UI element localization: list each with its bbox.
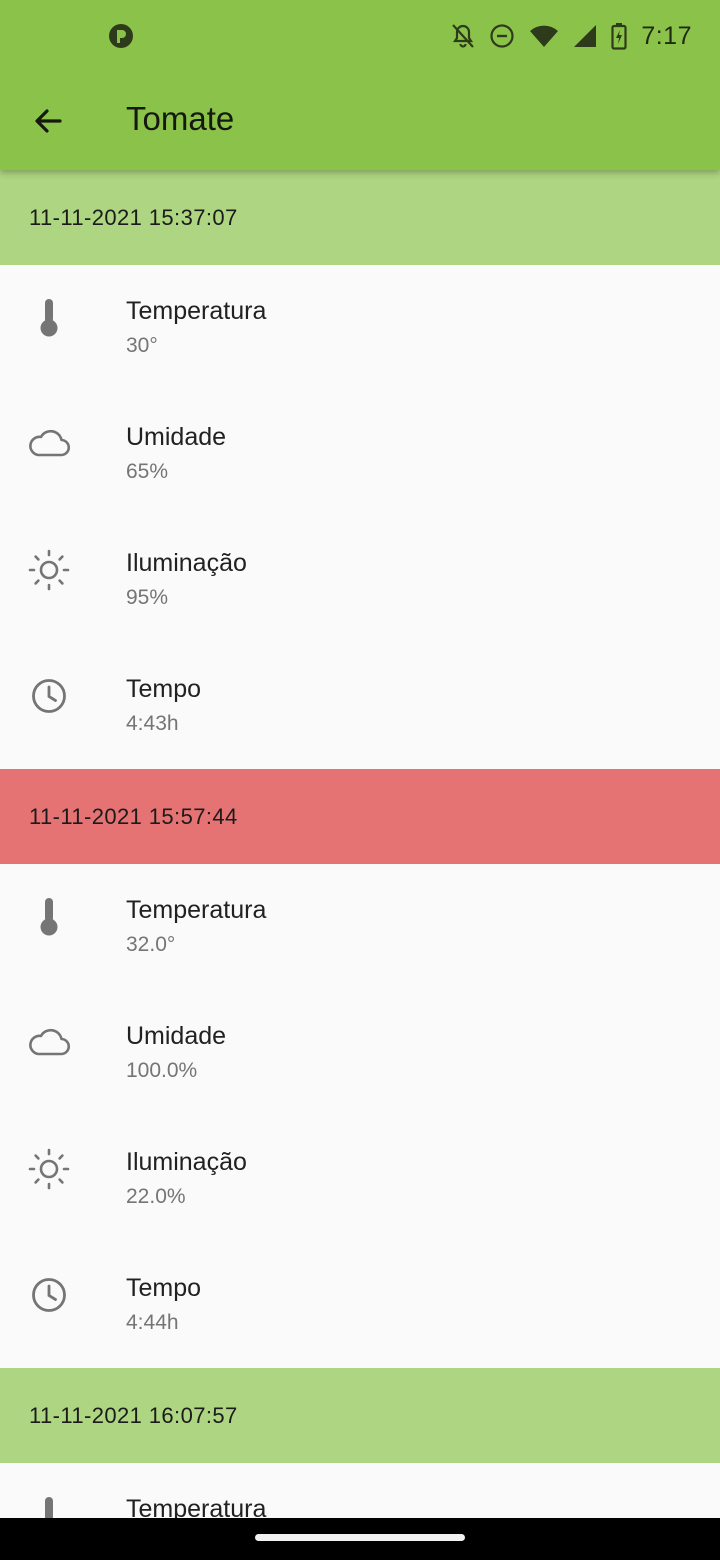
app-notification-icon — [108, 23, 134, 49]
item-label: Umidade — [126, 1022, 227, 1050]
item-value: 4:43h — [126, 712, 179, 735]
reading-timestamp-header: 11-11-2021 15:57:44 — [0, 769, 720, 864]
reading-group: Temperatura 30° Umidade 65% Iluminação 95% Tem… — [0, 265, 720, 769]
reading-timestamp-header: 11-11-2021 16:07:57 — [0, 1368, 720, 1463]
arrow-back-icon — [35, 109, 62, 133]
list-item: Tempo 4:44h — [0, 1242, 720, 1368]
item-value: 22.0% — [126, 1185, 186, 1208]
item-label: Tempo — [126, 1274, 202, 1302]
status-time: 7:17 — [641, 21, 692, 50]
navigation-bar — [0, 1518, 720, 1560]
thermometer-icon — [26, 1493, 72, 1518]
thermometer-icon — [26, 894, 72, 940]
status-bar: 7:17 — [0, 0, 720, 72]
list-item: Iluminação 22.0% — [0, 1116, 720, 1242]
readings-list[interactable]: 11-11-2021 15:37:07 Temperatura 30° Umidade… — [0, 170, 720, 1518]
sun-icon — [26, 547, 72, 593]
wifi-icon — [530, 25, 559, 47]
item-value: 4:44h — [126, 1311, 179, 1334]
item-label: Tempo — [126, 675, 202, 703]
list-item: Tempo 4:43h — [0, 643, 720, 769]
item-value: 30° — [126, 334, 158, 357]
do-not-disturb-icon — [490, 24, 514, 48]
list-item: Temperatura 32.0° — [0, 864, 720, 990]
list-item: Temperatura — [0, 1463, 720, 1518]
clock-icon — [26, 673, 72, 719]
item-label: Temperatura — [126, 297, 267, 325]
reading-group: Temperatura 32.0° Umidade 100.0% Iluminação 2… — [0, 864, 720, 1368]
list-item: Umidade 100.0% — [0, 990, 720, 1116]
item-label: Temperatura — [126, 896, 267, 924]
item-label: Iluminação — [126, 1148, 247, 1176]
back-button[interactable] — [22, 95, 74, 147]
reading-group: Temperatura — [0, 1463, 720, 1518]
page-title: Tomate — [126, 100, 235, 137]
cloud-icon — [26, 421, 72, 467]
battery-charging-icon — [611, 23, 627, 50]
cellular-signal-icon — [574, 25, 597, 47]
notifications-off-icon — [452, 24, 475, 48]
clock-icon — [26, 1272, 72, 1318]
list-item: Temperatura 30° — [0, 265, 720, 391]
item-label: Umidade — [126, 423, 227, 451]
item-value: 95% — [126, 586, 169, 609]
app-bar: 7:17 Tomate — [0, 0, 720, 170]
thermometer-icon — [26, 295, 72, 341]
reading-timestamp-header: 11-11-2021 15:37:07 — [0, 170, 720, 265]
item-label: Iluminação — [126, 549, 247, 577]
item-label: Temperatura — [126, 1495, 267, 1518]
home-gesture-handle[interactable] — [255, 1534, 465, 1541]
toolbar: Tomate — [0, 72, 720, 170]
list-item: Umidade 65% — [0, 391, 720, 517]
status-icons: 7:17 — [451, 20, 692, 52]
item-value: 65% — [126, 460, 169, 483]
sun-icon — [26, 1146, 72, 1192]
item-value: 100.0% — [126, 1059, 198, 1082]
list-item: Iluminação 95% — [0, 517, 720, 643]
item-value: 32.0° — [126, 933, 176, 956]
cloud-icon — [26, 1020, 72, 1066]
